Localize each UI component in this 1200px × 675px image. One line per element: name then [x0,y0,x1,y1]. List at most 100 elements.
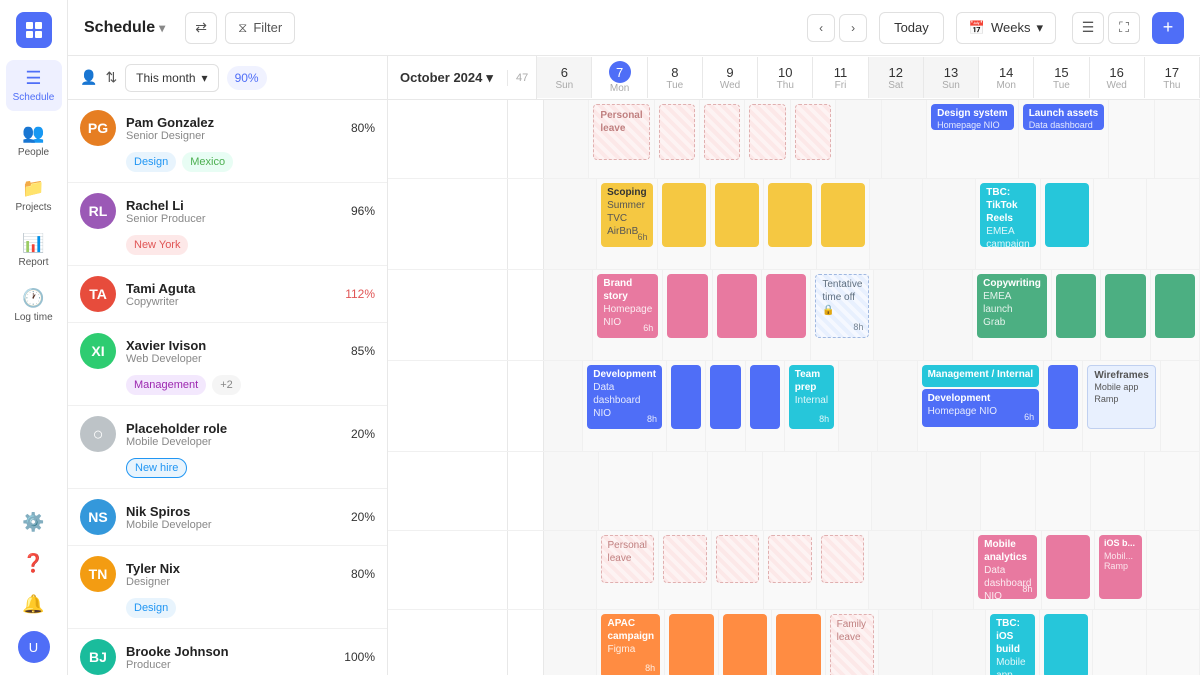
cal-cell[interactable] [544,361,583,451]
settings-button[interactable]: ⚙️ [6,504,62,541]
cal-cell[interactable] [1093,610,1146,675]
cal-cell[interactable] [712,531,765,609]
cal-cell[interactable]: iOS b...Mobil...Ramp [1095,531,1148,609]
cal-cell[interactable]: TBC: iOS build Mobile app Ramp [986,610,1039,675]
list-item[interactable]: RL Rachel Li Senior Producer 96% New Yor… [68,183,387,266]
list-item[interactable]: XI Xavier Ivison Web Developer 85% Manag… [68,323,387,406]
cal-cell[interactable] [544,179,597,269]
tag[interactable]: Management [126,375,206,395]
event-block[interactable]: Wireframes Mobile app Ramp [1087,365,1155,429]
cal-cell[interactable]: Personal leave [597,531,659,609]
cal-cell[interactable] [879,610,932,675]
cal-cell[interactable] [869,531,922,609]
cal-cell[interactable] [874,270,923,360]
cal-cell[interactable] [1041,179,1094,269]
list-view-button[interactable]: ☰ [1072,12,1104,44]
cal-cell[interactable] [1094,179,1147,269]
cal-cell[interactable]: Personal leave [589,100,654,178]
cal-cell[interactable] [1145,452,1200,530]
cal-cell[interactable]: Management / Internal Development Homepa… [918,361,1045,451]
cal-cell[interactable] [772,610,825,675]
cal-cell[interactable]: Family leave [826,610,879,675]
cal-cell[interactable] [659,531,712,609]
cal-cell[interactable] [663,270,712,360]
user-avatar[interactable]: U [18,631,50,663]
cal-cell[interactable] [599,452,654,530]
cal-cell[interactable] [1040,610,1093,675]
tag[interactable]: Design [126,598,176,618]
next-button[interactable]: › [839,14,867,42]
help-button[interactable]: ❓ [6,545,62,582]
cal-cell[interactable] [791,100,836,178]
cal-cell[interactable] [981,452,1036,530]
cal-cell[interactable] [708,452,763,530]
tag[interactable]: Design [126,152,176,172]
list-item[interactable]: PG Pam Gonzalez Senior Designer 80% Desi… [68,100,387,183]
notifications-button[interactable]: 🔔 [6,586,62,623]
list-item[interactable]: NS Nik Spiros Mobile Developer 20% [68,489,387,546]
tag[interactable]: New York [126,235,188,255]
cal-cell[interactable] [655,100,700,178]
cal-cell[interactable] [878,361,917,451]
event-block[interactable]: Development Data dashboard NIO 8h [587,365,662,429]
event-block[interactable]: Scoping Summer TVC AirBnB 6h [601,183,652,247]
cal-cell[interactable] [653,452,708,530]
tag[interactable]: Mexico [182,152,233,172]
cal-cell[interactable] [1036,452,1091,530]
sidebar-item-people[interactable]: 👥 People [6,115,62,166]
sidebar-item-projects[interactable]: 📁 Projects [6,170,62,221]
cal-cell[interactable] [764,179,817,269]
event-block[interactable]: Brand story Homepage NIO 6h [597,274,658,338]
cal-cell[interactable] [764,531,817,609]
cal-cell[interactable] [927,452,982,530]
event-block[interactable]: APAC campaign Figma 8h [601,614,660,675]
cal-cell[interactable] [544,270,593,360]
list-item[interactable]: BJ Brooke Johnson Producer 100% [68,629,387,675]
cal-cell[interactable] [763,452,818,530]
cal-cell[interactable] [544,531,597,609]
cal-cell[interactable] [658,179,711,269]
cal-cell[interactable]: Launch assets Data dashboard [1019,100,1109,178]
event-block[interactable]: Design system Homepage NIO [931,104,1014,130]
cal-cell[interactable] [700,100,745,178]
cal-cell[interactable] [719,610,772,675]
event-block[interactable]: Development Homepage NIO 6h [922,389,1040,427]
cal-cell[interactable]: Tentative time off 🔒 8h [811,270,874,360]
event-block[interactable]: Management / Internal [922,365,1040,387]
sidebar-item-logtime[interactable]: 🕐 Log time [6,280,62,331]
sidebar-item-schedule[interactable]: ☰ Schedule [6,60,62,111]
event-block[interactable]: TBC: iOS build Mobile app Ramp [990,614,1034,675]
cal-cell[interactable] [544,452,599,530]
app-logo[interactable] [16,12,52,48]
cal-cell[interactable] [817,531,870,609]
prev-button[interactable]: ‹ [807,14,835,42]
event-block[interactable]: Mobile analytics Data dashboard NIO 8h [978,535,1037,599]
list-item[interactable]: TA Tami Aguta Copywriter 112% [68,266,387,323]
event-block[interactable]: TBC: TikTok Reels EMEA campaign AirBnB [980,183,1035,247]
cal-cell[interactable] [1042,531,1095,609]
cal-cell[interactable] [1052,270,1101,360]
cal-cell[interactable] [746,361,785,451]
cal-cell[interactable] [872,452,927,530]
month-selector[interactable]: This month ▾ [125,64,218,92]
cal-cell[interactable] [870,179,923,269]
cal-cell[interactable]: Wireframes Mobile app Ramp [1083,361,1160,451]
event-block-tentative[interactable]: Tentative time off 🔒 8h [815,274,869,338]
cal-cell[interactable] [544,610,597,675]
month-label[interactable]: October 2024 ▾ [388,70,508,86]
cal-cell[interactable] [711,179,764,269]
cal-cell[interactable]: APAC campaign Figma 8h [597,610,665,675]
event-block[interactable]: Personal leave [593,104,649,160]
sort-icon[interactable]: ⇅ [105,69,117,86]
cal-cell[interactable]: Copywriting EMEA launch Grab [973,270,1052,360]
cal-cell[interactable] [713,270,762,360]
list-item[interactable]: ○ Placeholder role Mobile Developer 20% … [68,406,387,489]
cal-cell[interactable]: Development Data dashboard NIO 8h [583,361,667,451]
event-block[interactable]: Personal leave [601,535,654,583]
cal-cell[interactable] [882,100,927,178]
add-button[interactable]: + [1152,12,1184,44]
cal-cell[interactable] [1147,610,1200,675]
cal-cell[interactable] [924,270,973,360]
cal-cell[interactable] [762,270,811,360]
cal-cell[interactable] [544,100,589,178]
